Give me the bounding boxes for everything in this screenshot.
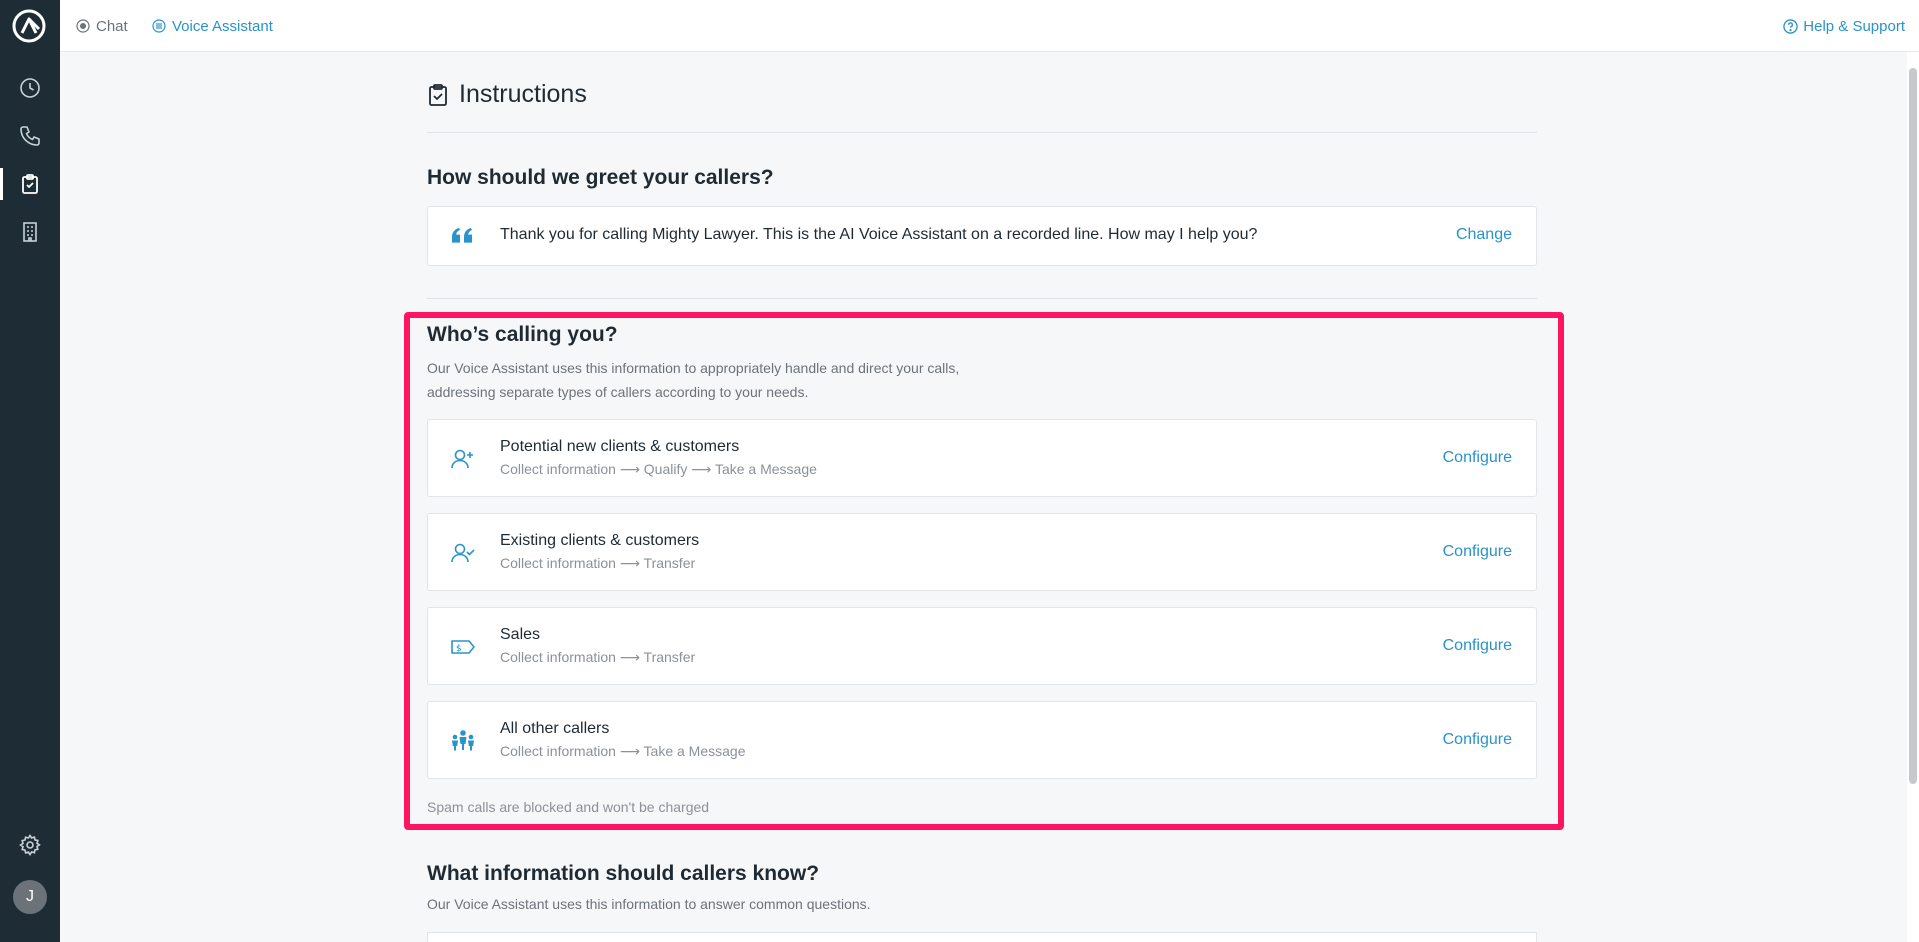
configure-button[interactable]: Configure: [1443, 637, 1512, 655]
settings-gear-icon: [19, 834, 41, 856]
history-clock-icon: [20, 78, 40, 98]
tab-chat[interactable]: Chat: [76, 0, 128, 52]
caller-type-title: Potential new clients & customers: [500, 438, 740, 455]
chat-dot-icon: [76, 19, 90, 33]
caller-type-title: Existing clients & customers: [500, 532, 700, 549]
sidebar-item-instructions[interactable]: [0, 164, 60, 204]
scrollbar-thumb[interactable]: [1909, 68, 1917, 784]
caller-type-card[interactable]: Potential new clients & customers Collec…: [427, 419, 1537, 497]
callers-description-line2: addressing separate types of callers acc…: [427, 384, 809, 400]
page-title-text: Instructions: [459, 80, 587, 108]
info-description: Our Voice Assistant uses this informatio…: [427, 896, 871, 912]
price-tag-icon: $: [451, 640, 475, 654]
tab-chat-label: Chat: [96, 17, 128, 35]
sidebar: J: [0, 0, 60, 942]
tab-voice-assistant-label: Voice Assistant: [172, 17, 273, 35]
caller-type-card[interactable]: $ Sales Collect information ⟶ Transfer C…: [427, 607, 1537, 685]
configure-button[interactable]: Configure: [1443, 731, 1512, 749]
caller-type-title: Sales: [500, 626, 541, 643]
change-greeting-button[interactable]: Change: [1456, 226, 1512, 244]
page-title: Instructions: [427, 80, 587, 109]
clipboard-check-icon: [22, 174, 38, 194]
configure-button[interactable]: Configure: [1443, 543, 1512, 561]
caller-type-flow: Collect information ⟶ Qualify ⟶ Take a M…: [500, 461, 817, 477]
divider: [427, 132, 1537, 133]
quote-icon: [452, 228, 472, 243]
divider: [427, 298, 1537, 299]
tab-voice-assistant[interactable]: Voice Assistant: [152, 0, 273, 52]
building-icon: [23, 222, 37, 242]
people-group-icon: [452, 730, 474, 751]
configure-button[interactable]: Configure: [1443, 449, 1512, 467]
help-support-link[interactable]: Help & Support: [1783, 0, 1905, 52]
sidebar-item-settings[interactable]: [0, 825, 60, 865]
greeting-card: Thank you for calling Mighty Lawyer. Thi…: [427, 206, 1537, 266]
user-plus-icon: [451, 449, 473, 469]
grid-icon: [152, 19, 166, 33]
caller-type-flow: Collect information ⟶ Transfer: [500, 649, 696, 665]
phone-icon: [20, 126, 40, 146]
app-logo-icon[interactable]: [12, 9, 46, 43]
greeting-message: Thank you for calling Mighty Lawyer. Thi…: [500, 226, 1258, 243]
caller-type-flow: Collect information ⟶ Take a Message: [500, 743, 746, 759]
callers-description-line1: Our Voice Assistant uses this informatio…: [427, 360, 960, 376]
spam-note: Spam calls are blocked and won't be char…: [427, 799, 710, 815]
sidebar-item-calls[interactable]: [0, 116, 60, 156]
greeting-heading: How should we greet your callers?: [427, 166, 774, 189]
info-card[interactable]: [427, 932, 1537, 942]
help-circle-icon: [1783, 18, 1798, 34]
caller-type-title: All other callers: [500, 720, 610, 737]
caller-type-flow: Collect information ⟶ Transfer: [500, 555, 696, 571]
sidebar-item-business[interactable]: [0, 212, 60, 252]
caller-type-card[interactable]: Existing clients & customers Collect inf…: [427, 513, 1537, 591]
clipboard-check-icon: [429, 83, 447, 106]
user-check-icon: [451, 543, 475, 563]
caller-type-card[interactable]: All other callers Collect information ⟶ …: [427, 701, 1537, 779]
help-support-label: Help & Support: [1803, 17, 1905, 35]
topbar: Chat Voice Assistant Help & Support: [60, 0, 1919, 52]
avatar[interactable]: J: [13, 880, 47, 914]
sidebar-item-history[interactable]: [0, 68, 60, 108]
svg-text:$: $: [456, 644, 462, 654]
info-heading: What information should callers know?: [427, 862, 820, 885]
callers-heading: Who’s calling you?: [427, 323, 618, 346]
